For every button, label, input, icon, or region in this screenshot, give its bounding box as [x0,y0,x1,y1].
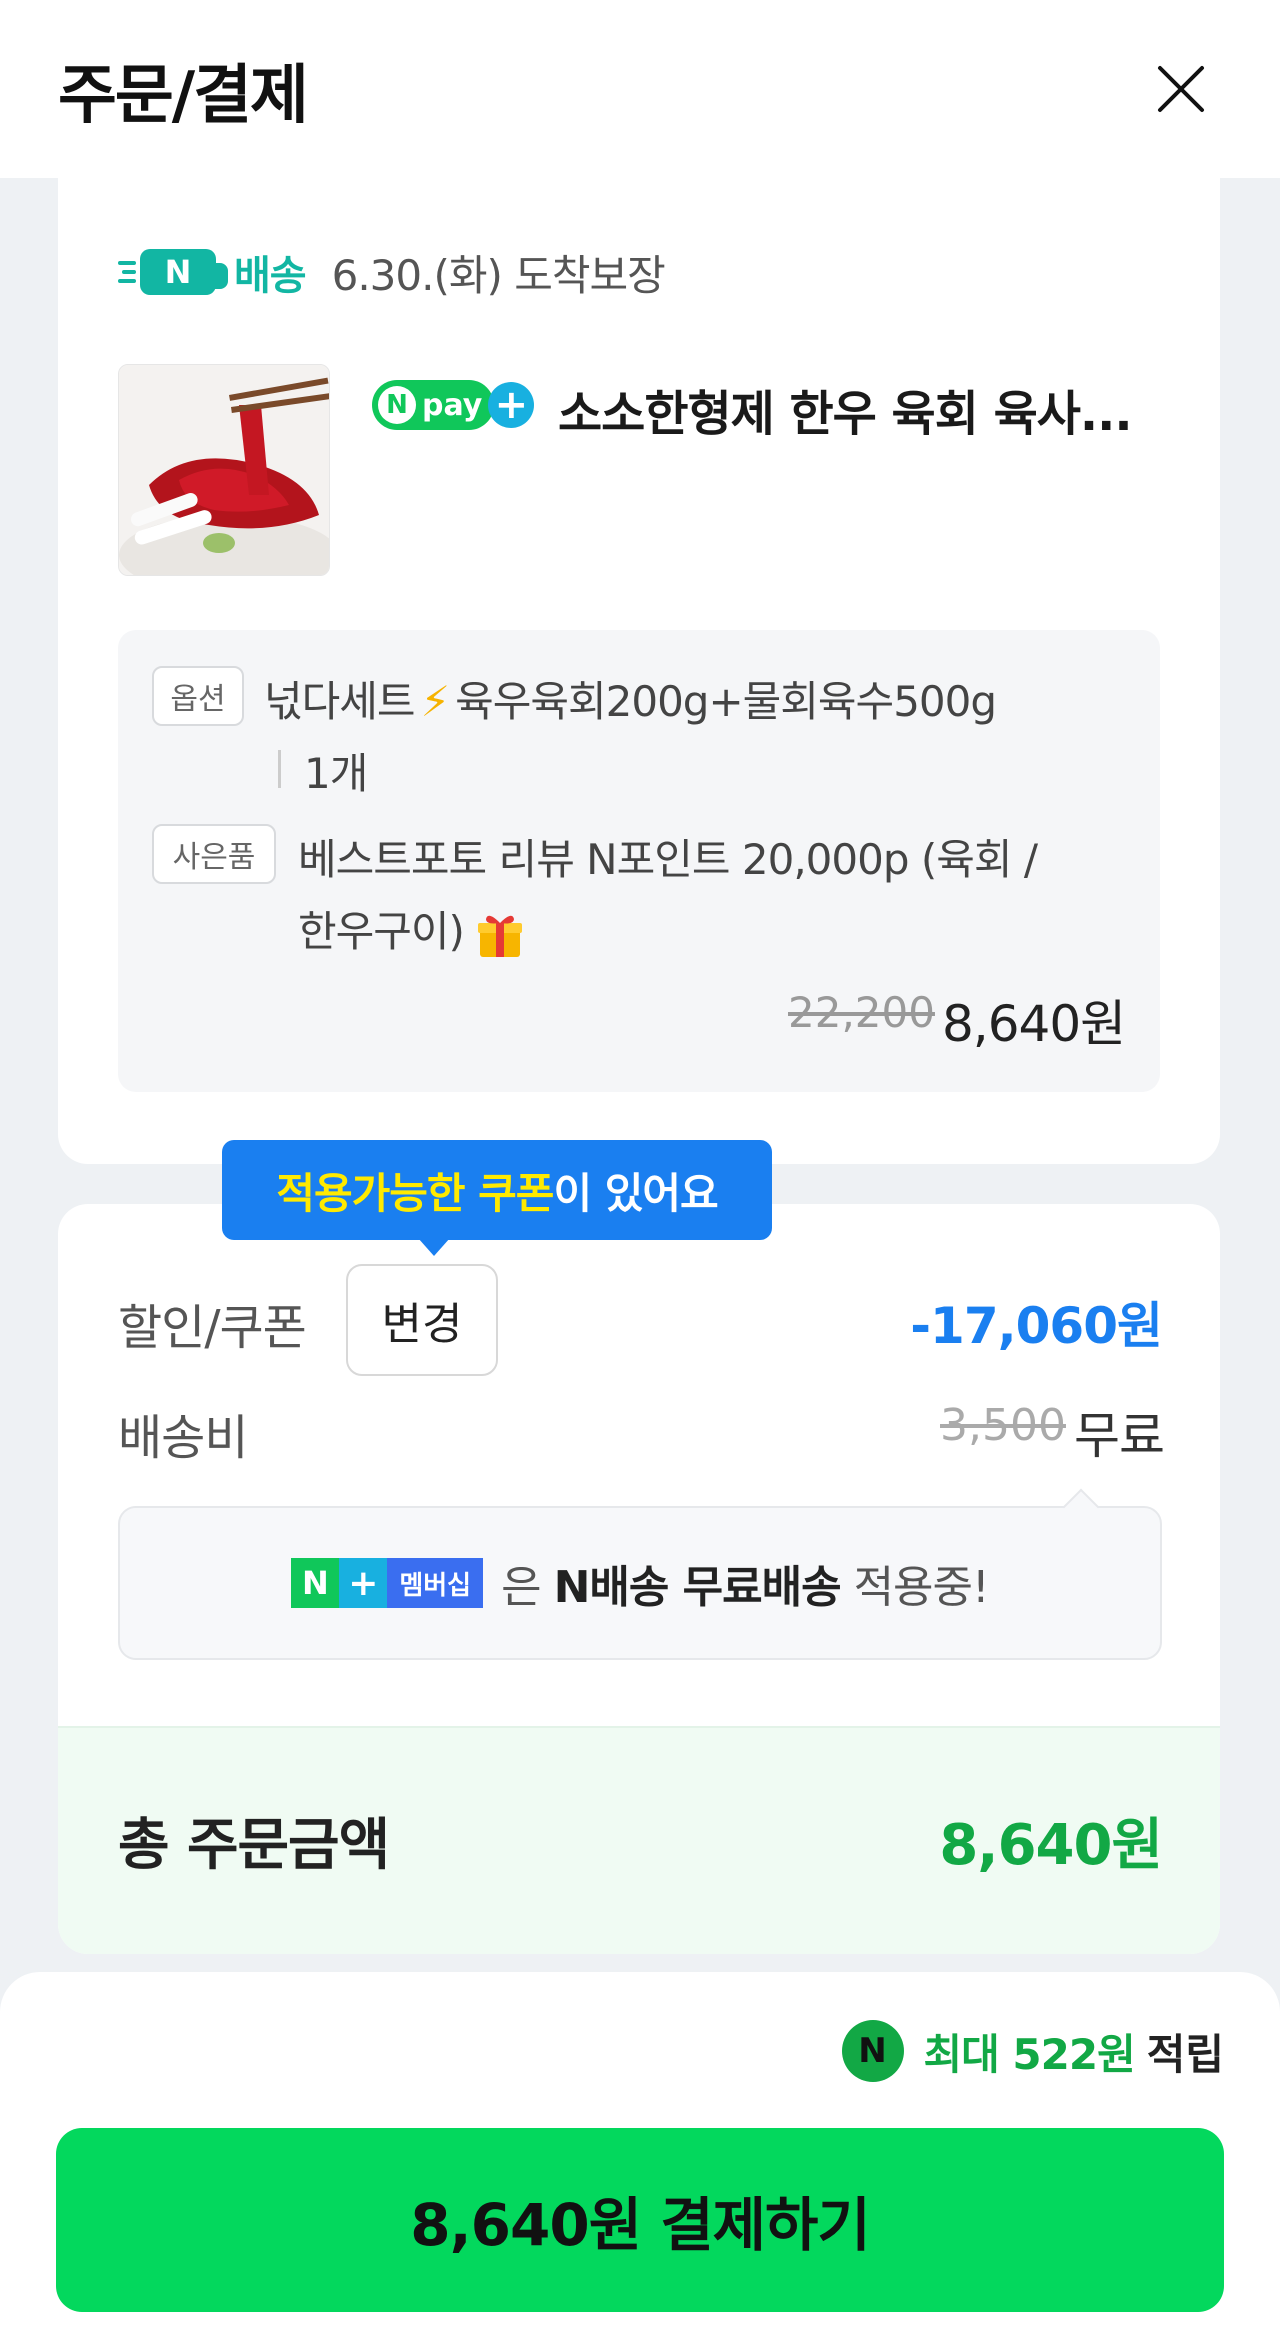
gift-icon [478,915,523,957]
product-price: 8,640원 [942,995,1126,1053]
discount-label: 할인/쿠폰 [118,1300,307,1356]
arrival-date: 6.30.(화) 도착보장 [331,250,666,300]
pay-button[interactable]: 8,640원 결제하기 [56,2128,1224,2312]
coupon-tooltip: 적용가능한 쿠폰 이 있어요 [222,1140,772,1256]
membership-notice: N + 멤버십 은 N배송 무료배송 적용중! [118,1506,1162,1660]
delivery-fee-original: 3,500 [940,1400,1066,1451]
total-label: 총 주문금액 [118,1813,390,1878]
gift-tag: 사은품 [152,824,276,884]
truck-icon: N [140,249,228,295]
page-title: 주문/결제 [58,59,309,133]
delivery-fee-value: 무료 [1074,1407,1165,1465]
naver-plus-membership-badge: N + 멤버십 [291,1558,484,1608]
gift-line-1: 베스트포토 리뷰 N포인트 20,000p (육회 / [298,835,1038,884]
delivery-label: 배송 [234,253,307,299]
coupon-change-button[interactable]: 변경 [346,1264,498,1376]
lightning-icon: ⚡ [420,677,450,726]
gift-line-2: 한우구이) [298,898,524,959]
option-quantity: 1개 [304,749,368,798]
membership-text: 은 N배송 무료배송 적용중! [501,1562,990,1613]
app-header: 주문/결제 [0,0,1280,178]
option-tag: 옵션 [152,666,244,726]
npay-plus-badge: N pay + [372,380,535,430]
reward-amount: 최대 522원 [923,2029,1136,2079]
shipping-info: N 배송 6.30.(화) 도착보장 [118,232,666,312]
plus-icon: + [488,382,535,428]
delivery-fee-label: 배송비 [118,1410,248,1466]
naver-point-icon: N [841,2020,904,2082]
speed-lines-icon [118,261,136,283]
reward-points: N 최대 522원 적립 [841,2020,1224,2082]
close-button[interactable] [1150,58,1212,120]
divider [278,750,281,788]
reward-suffix: 적립 [1146,2029,1224,2079]
total-amount: 8,640원 [939,1813,1163,1878]
beef-tartare-photo [119,365,329,575]
original-price: 22,200 [788,988,935,1037]
n-delivery-badge: N 배송 [118,243,307,301]
option-box: 옵션 넋다세트 ⚡ 육우육회200g+물회육수500g 1개 사은품 베스트포토 리… [118,630,1160,1092]
close-icon [1158,66,1204,112]
product-image[interactable] [118,364,330,576]
discount-amount: -17,060원 [910,1297,1163,1355]
product-name[interactable]: 소소한형제 한우 육회 육사... [558,374,1170,444]
option-name: 넋다세트 ⚡ 육우육회200g+물회육수500g [264,677,997,726]
